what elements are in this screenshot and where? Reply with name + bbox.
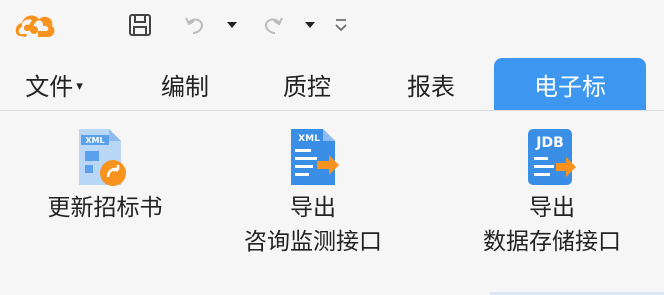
export-storage-line1: 导出	[529, 195, 575, 221]
ribbon-panel: XML 更新招标书 XML 导出 咨询监测接口 JDB 导出 数据存储接口	[0, 111, 664, 295]
export-monitor-line2: 咨询监测接口	[244, 229, 382, 255]
export-storage-interface-button[interactable]: JDB 导出 数据存储接口	[462, 111, 642, 261]
customize-icon[interactable]	[330, 8, 352, 42]
tab-file[interactable]: 文件 ▾	[10, 58, 98, 110]
jdb-export-icon: JDB	[522, 127, 582, 189]
export-monitor-interface-button[interactable]: XML 导出 咨询监测接口	[228, 111, 398, 261]
redo-dropdown-icon[interactable]	[300, 8, 320, 42]
tab-compile[interactable]: 编制	[140, 58, 230, 110]
xml-export-icon: XML	[283, 127, 343, 189]
update-tender-button[interactable]: XML 更新招标书	[20, 111, 190, 227]
save-icon[interactable]	[120, 8, 160, 42]
tab-quality-control[interactable]: 质控	[262, 58, 352, 110]
chevron-down-icon: ▾	[76, 78, 83, 94]
export-storage-line2: 数据存储接口	[483, 229, 621, 255]
title-bar	[0, 0, 664, 52]
tab-file-label: 文件	[25, 72, 74, 101]
xml-update-icon: XML	[75, 127, 135, 189]
svg-text:JDB: JDB	[535, 135, 564, 151]
svg-text:XML: XML	[298, 134, 320, 144]
ribbon-tab-bar: 文件 ▾ 编制 质控 报表 电子标	[0, 58, 664, 111]
tab-e-tender[interactable]: 电子标	[494, 58, 646, 110]
update-tender-label: 更新招标书	[47, 195, 163, 221]
undo-icon[interactable]	[180, 8, 210, 42]
app-logo-icon	[12, 6, 56, 46]
svg-text:XML: XML	[85, 136, 104, 145]
tab-reports-label: 报表	[407, 72, 455, 101]
tab-reports[interactable]: 报表	[386, 58, 476, 110]
tab-e-tender-label: 电子标	[534, 72, 606, 101]
tab-quality-control-label: 质控	[283, 72, 331, 101]
export-monitor-line1: 导出	[290, 195, 336, 221]
undo-dropdown-icon[interactable]	[222, 8, 242, 42]
tab-compile-label: 编制	[161, 72, 209, 101]
redo-icon[interactable]	[258, 8, 288, 42]
